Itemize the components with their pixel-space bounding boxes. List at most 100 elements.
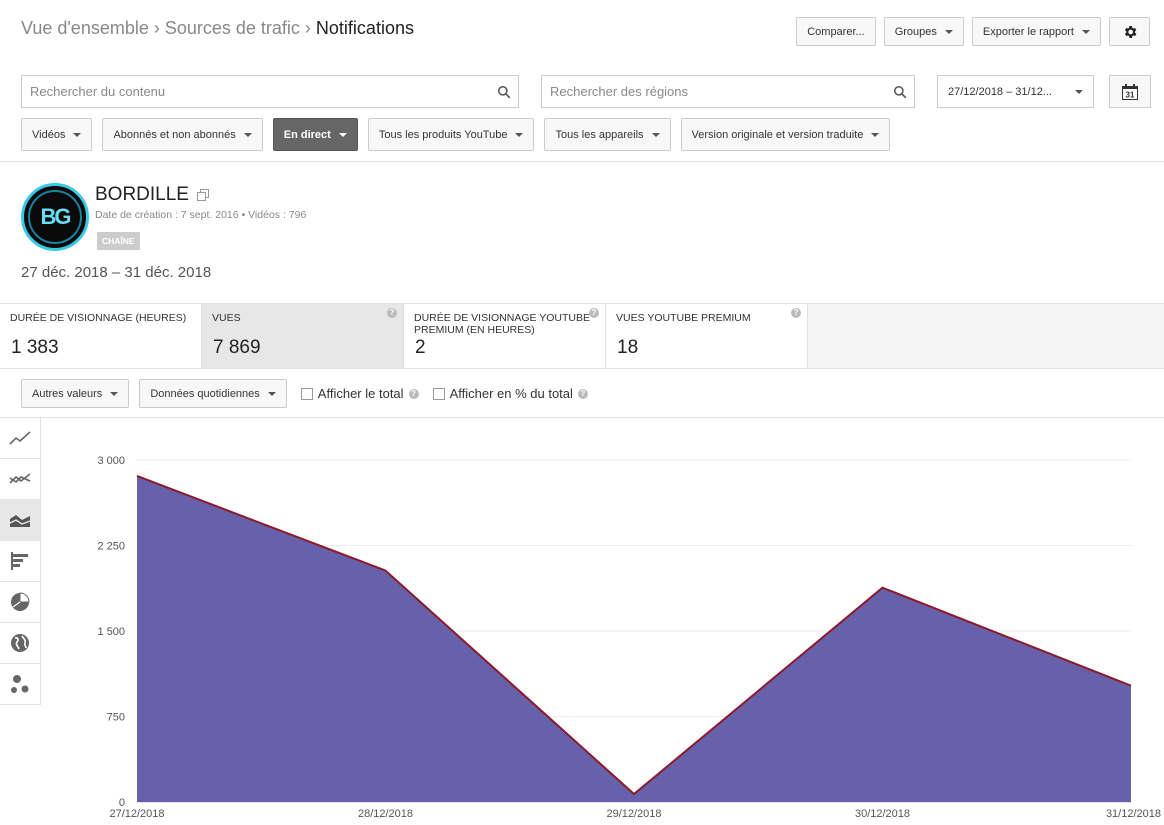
metric-value: 2 [415,337,426,358]
metric-views[interactable]: Vues 7 869 ? [202,304,404,368]
breadcrumb-separator: › [153,18,160,38]
checkbox-box[interactable] [432,387,445,400]
metric-label: Vues YouTube Premium [616,312,751,324]
metric-value: 18 [617,337,639,358]
help-icon[interactable]: ? [791,308,801,318]
calendar-button[interactable]: 31 [1109,75,1151,108]
chart-options: Autres valeurs Données quotidiennes Affi… [21,379,588,408]
search-icon[interactable] [886,85,914,99]
filter-label: Vidéos [32,128,66,141]
chevron-down-icon [110,391,119,396]
channel-meta: Date de création : 7 sept. 2016 • Vidéos… [95,209,307,221]
pie-chart-icon [11,592,30,611]
chevron-down-icon [651,132,660,137]
breadcrumb-separator: › [304,18,311,38]
breadcrumb-overview[interactable]: Vue d'ensemble [21,18,149,38]
line-chart-icon [9,431,31,445]
pie-chart-button[interactable] [0,582,40,623]
option-label: Données quotidiennes [150,387,260,400]
y-tick-label: 2 250 [97,541,125,553]
filter-translation[interactable]: Version originale et version traduite [680,118,891,151]
content-search-input[interactable] [30,84,490,99]
groups-button[interactable]: Groupes [883,17,964,46]
bar-chart-icon [11,552,28,570]
show-percent-checkbox[interactable]: Afficher en % du total ? [432,386,588,401]
avatar-logo: BG [28,190,82,244]
breadcrumb-traffic-sources[interactable]: Sources de trafic [165,18,300,38]
report-date-range: 27 déc. 2018 – 31 déc. 2018 [21,264,212,281]
area-chart[interactable]: 07501 5002 2503 000 27/12/2018 28/12/2018… [41,418,1164,825]
show-total-checkbox[interactable]: Afficher le total ? [300,386,419,401]
filter-label: Tous les produits YouTube [378,128,508,141]
region-search [541,75,915,108]
divider [0,161,1164,162]
checkbox-box[interactable] [300,387,313,400]
filter-label: En direct [283,128,331,141]
filter-videos[interactable]: Vidéos [21,118,93,151]
search-icon[interactable] [490,85,518,99]
filter-live[interactable]: En direct [272,118,358,151]
filter-subscribers[interactable]: Abonnés et non abonnés [102,118,263,151]
metric-premium-watch-time[interactable]: Durée de visionnage YouTube Premium (en … [404,304,606,368]
chevron-down-icon [515,132,524,137]
daily-data-button[interactable]: Données quotidiennes [139,379,287,408]
x-tick-label: 31/12/2018 [1106,808,1161,820]
avatar[interactable]: BG [21,183,89,251]
multi-line-chart-icon [9,473,31,484]
metric-tabs: Durée de visionnage (heures) 1 383 Vues … [0,303,1164,369]
help-icon[interactable]: ? [577,388,588,399]
filter-label: Abonnés et non abonnés [113,128,236,141]
x-tick-label: 30/12/2018 [855,808,910,820]
chevron-down-icon [338,132,347,137]
filter-devices[interactable]: Tous les appareils [544,118,671,151]
content-search [21,75,519,108]
chevron-down-icon [267,391,276,396]
x-axis: 27/12/2018 28/12/2018 29/12/2018 30/12/2018… [109,808,1161,820]
chart-type-sidebar [0,418,41,705]
metric-label: Durée de visionnage (heures) [10,312,187,324]
y-tick-label: 1 500 [97,626,125,638]
compare-label: Comparer... [807,25,865,38]
export-report-button[interactable]: Exporter le rapport [971,17,1101,46]
metric-watch-time[interactable]: Durée de visionnage (heures) 1 383 [0,304,202,368]
views-area [137,475,1131,802]
line-chart-button[interactable] [0,418,40,459]
chevron-down-icon [243,132,252,137]
groups-label: Groupes [894,25,937,38]
y-tick-label: 750 [107,712,125,724]
compare-button[interactable]: Comparer... [796,17,876,46]
area-chart-icon [9,515,31,527]
area-chart-button[interactable] [0,500,40,541]
date-range-select[interactable]: 27/12/2018 – 31/12... [937,75,1094,108]
map-chart-button[interactable] [0,623,40,664]
y-axis: 07501 5002 2503 000 [97,455,125,809]
channel-title: BORDILLE [95,184,189,205]
settings-button[interactable] [1109,17,1150,46]
option-label: Autres valeurs [32,387,103,400]
help-icon[interactable]: ? [387,308,397,318]
channel-badge: CHAÎNE [97,232,140,250]
checkbox-label: Afficher le total [317,386,404,401]
globe-icon [11,634,29,652]
analytics-page: Vue d'ensemble › Sources de trafic › Notific… [0,0,1164,825]
bar-chart-button[interactable] [0,541,40,582]
x-tick-label: 29/12/2018 [606,808,661,820]
help-icon[interactable]: ? [589,308,599,318]
help-icon[interactable]: ? [408,388,419,399]
breadcrumb: Vue d'ensemble › Sources de trafic › Notific… [21,18,414,39]
multi-line-chart-button[interactable] [0,459,40,500]
metric-value: 1 383 [11,337,59,358]
region-search-input[interactable] [550,84,886,99]
bubble-chart-button[interactable] [0,664,40,705]
metric-label: Vues [212,312,241,324]
metric-premium-views[interactable]: Vues YouTube Premium 18 ? [606,304,808,368]
export-label: Exporter le rapport [982,25,1074,38]
page-title: Notifications [315,18,414,38]
filter-label: Version originale et version traduite [691,128,864,141]
gear-icon [1124,25,1136,38]
other-values-button[interactable]: Autres valeurs [21,379,130,408]
filter-products[interactable]: Tous les produits YouTube [367,118,535,151]
external-link-icon[interactable] [196,189,209,201]
header-actions: Comparer... Groupes Exporter le rapport [796,17,1150,46]
calendar-icon: 31 [1122,83,1138,100]
